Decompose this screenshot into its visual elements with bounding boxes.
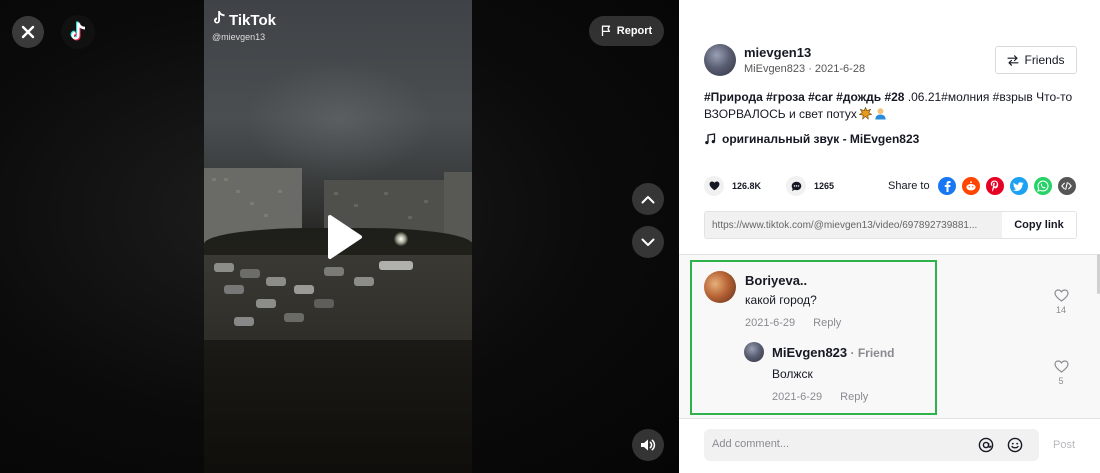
replier-name[interactable]: MiEvgen823 <box>772 345 847 360</box>
close-button[interactable] <box>12 16 44 48</box>
emoji-icon[interactable] <box>1007 437 1023 453</box>
reply-like-count: 5 <box>1058 376 1064 386</box>
comment-icon <box>791 181 801 191</box>
video-url[interactable]: https://www.tiktok.com/@mievgen13/video/… <box>705 212 1002 238</box>
chevron-down-icon <box>641 238 655 246</box>
flag-icon <box>601 25 610 36</box>
reply-text: Волжск <box>772 367 813 381</box>
heart-outline-icon <box>1053 360 1069 373</box>
author-avatar[interactable] <box>704 44 736 76</box>
street-lamp <box>394 232 408 246</box>
previous-video-button[interactable] <box>632 183 664 215</box>
person-emoji-icon <box>875 108 886 120</box>
volume-icon <box>641 439 656 451</box>
comment-text: какой город? <box>745 293 817 307</box>
tiktok-note-icon <box>212 10 226 30</box>
heart-icon <box>709 181 719 191</box>
friend-badge: · Friend <box>847 346 895 360</box>
twitter-icon[interactable] <box>1009 177 1028 195</box>
commenter-avatar[interactable] <box>704 271 736 303</box>
replier-avatar[interactable] <box>744 342 764 362</box>
share-bar: Share to <box>888 177 1076 195</box>
sky-glow <box>244 60 434 180</box>
mention-icon[interactable] <box>978 437 994 453</box>
chevron-up-icon <box>641 195 655 203</box>
author-info[interactable]: mievgen13 MiEvgen823 · 2021-6-28 <box>704 44 865 76</box>
music-label: оригинальный звук - MiEvgen823 <box>722 132 920 146</box>
copy-link-button[interactable]: Copy link <box>1002 212 1076 238</box>
post-button[interactable]: Post <box>1053 439 1075 451</box>
engagement-stats: 126.8K 1265 <box>704 176 859 196</box>
heart-outline-icon <box>1053 289 1069 302</box>
brand-name: TikTok <box>229 11 276 29</box>
ground <box>204 340 472 473</box>
author-subline: MiEvgen823 · 2021-6-28 <box>744 63 866 75</box>
details-panel: mievgen13 MiEvgen823 · 2021-6-28 Friends… <box>679 0 1100 473</box>
reply-button[interactable]: Reply <box>813 317 841 329</box>
report-button[interactable]: Report <box>589 16 664 46</box>
author-username[interactable]: mievgen13 <box>744 45 865 60</box>
building <box>444 172 472 242</box>
like-count: 126.8K <box>732 181 762 191</box>
next-video-button[interactable] <box>632 226 664 258</box>
comment-composer: Add comment... Post <box>679 418 1100 473</box>
share-label: Share to <box>888 180 930 192</box>
reply-like-button[interactable]: 5 <box>1051 360 1071 386</box>
swap-arrows-icon <box>1007 54 1020 66</box>
parking-lot <box>204 255 472 345</box>
whatsapp-icon[interactable] <box>1033 177 1052 195</box>
comments-list[interactable]: Boriyeva.. какой город? 2021-6-29 Reply … <box>679 254 1100 418</box>
music-info[interactable]: оригинальный звук - MiEvgen823 <box>704 132 919 146</box>
facebook-icon[interactable] <box>937 177 956 195</box>
commenter-name[interactable]: Boriyeva.. <box>745 273 1005 288</box>
tiktok-logo-icon <box>70 21 85 41</box>
video-area: TikTok @mievgen13 Report <box>0 0 679 473</box>
description-hashtags[interactable]: #Природа #гроза #car #дождь #28 <box>704 90 904 104</box>
friends-label: Friends <box>1024 53 1065 67</box>
reddit-icon[interactable] <box>961 177 980 195</box>
tiktok-logo[interactable] <box>61 15 95 49</box>
comment-date: 2021-6-29 <box>745 317 796 329</box>
comment-like-count: 14 <box>1055 305 1066 315</box>
comment-button[interactable] <box>786 176 807 196</box>
video-description: #Природа #гроза #car #дождь #28 .06.21#м… <box>704 89 1074 123</box>
friends-button[interactable]: Friends <box>995 46 1077 74</box>
embed-icon[interactable] <box>1057 177 1076 195</box>
play-button[interactable] <box>324 213 364 261</box>
video-watermark: TikTok @mievgen13 <box>212 10 276 42</box>
explosion-emoji-icon <box>858 107 872 120</box>
video-link-box: https://www.tiktok.com/@mievgen13/video/… <box>704 211 1077 239</box>
reply-button[interactable]: Reply <box>840 391 868 403</box>
watermark-handle: @mievgen13 <box>212 32 266 42</box>
like-button[interactable] <box>704 176 724 196</box>
play-icon <box>328 215 362 259</box>
comment-like-button[interactable]: 14 <box>1051 289 1071 315</box>
close-icon <box>21 25 35 39</box>
pinterest-icon[interactable] <box>985 177 1004 195</box>
report-label: Report <box>616 25 653 37</box>
comment-count: 1265 <box>814 181 835 191</box>
music-note-icon <box>705 133 716 145</box>
reply-date: 2021-6-29 <box>772 391 823 403</box>
volume-button[interactable] <box>632 429 664 461</box>
